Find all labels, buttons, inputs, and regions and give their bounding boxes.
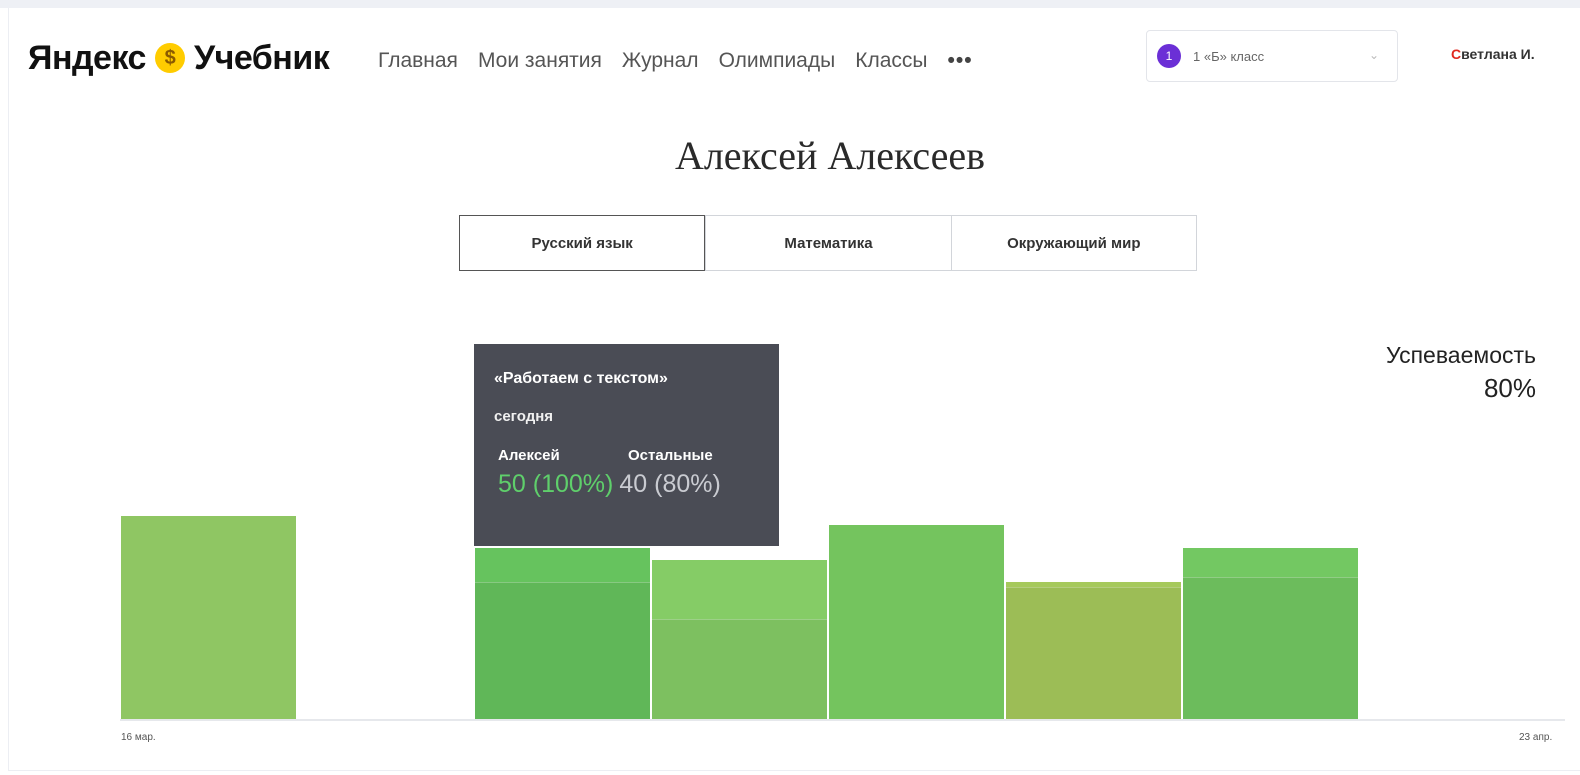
x-axis-start-label: 16 мар. <box>121 732 156 743</box>
chart-bar-others <box>1006 586 1181 719</box>
chart-bar-others <box>1183 576 1358 719</box>
chart-bar-others <box>475 581 650 719</box>
chart-bar[interactable] <box>121 515 296 719</box>
x-axis-end-label: 23 апр. <box>1519 732 1553 743</box>
bar-tooltip: «Работаем с текстом» сегодня Алексей Ост… <box>474 344 779 546</box>
results-chart: 16 мар. 23 апр. <box>0 0 1580 775</box>
chart-bar-others <box>652 618 827 719</box>
tooltip-student-label: Алексей <box>498 447 560 464</box>
tooltip-student-value: 50 (100%) <box>498 470 614 498</box>
tooltip-others-label: Остальные <box>628 447 713 464</box>
tooltip-date: сегодня <box>494 408 554 425</box>
tooltip-title: «Работаем с текстом» <box>494 370 668 387</box>
x-axis-line <box>120 719 1565 721</box>
tooltip-others-value: 40 (80%) <box>619 470 721 498</box>
chart-bar[interactable] <box>829 525 1004 719</box>
